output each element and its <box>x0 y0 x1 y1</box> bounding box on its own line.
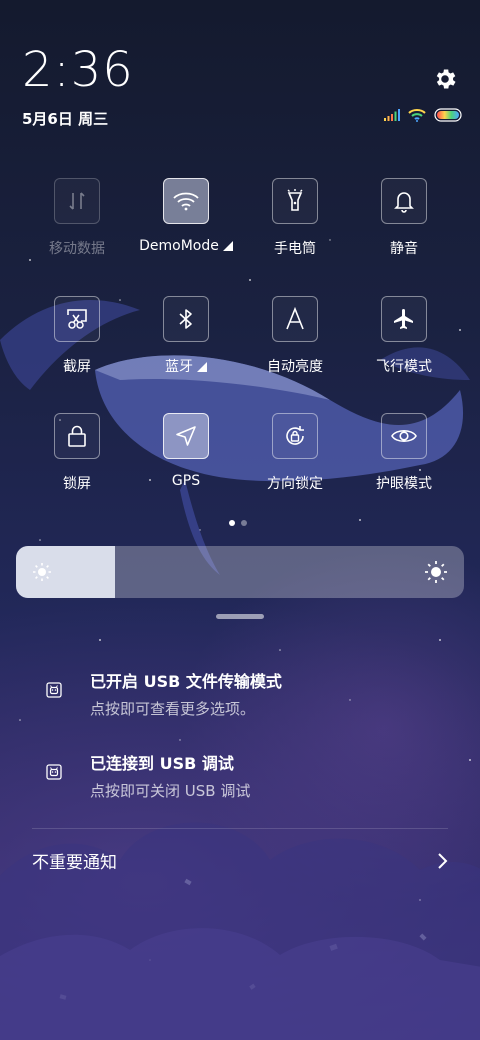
tile-rotation-lock[interactable]: 方向锁定 <box>240 413 350 493</box>
battery-icon <box>434 108 462 122</box>
wifi-icon <box>408 109 426 122</box>
tile-screenshot[interactable]: 截屏 <box>22 296 132 376</box>
tile-auto-brightness[interactable]: 自动亮度 <box>240 296 350 376</box>
flashlight-icon <box>287 189 303 211</box>
auto-brightness-icon <box>286 307 304 330</box>
divider <box>32 828 448 829</box>
page-dot <box>241 520 247 526</box>
tile-label: GPS <box>171 473 201 489</box>
location-arrow-icon <box>176 426 196 446</box>
tile-label: 移动数据 <box>49 241 105 257</box>
eye-icon <box>391 429 417 443</box>
tile-label: 方向锁定 <box>267 476 323 492</box>
mobile-data-icon <box>69 192 85 210</box>
tile-label: 手电筒 <box>274 241 316 257</box>
tile-label: DemoMode <box>139 238 219 254</box>
notification-subtitle: 点按即可查看更多选项。 <box>90 700 256 718</box>
tile-label: 锁屏 <box>63 476 91 492</box>
tile-label: 静音 <box>390 241 418 257</box>
tile-lock-screen[interactable]: 锁屏 <box>22 413 132 493</box>
drag-handle[interactable] <box>216 614 264 619</box>
page-dot <box>229 520 235 526</box>
airplane-icon <box>394 309 413 329</box>
unimportant-notifications-row[interactable]: 不重要通知 <box>32 848 448 873</box>
clock-time: 2:36 <box>22 42 134 98</box>
signal-icon <box>384 109 400 121</box>
tile-bluetooth[interactable]: 蓝牙 <box>131 296 241 376</box>
gear-icon[interactable] <box>432 66 458 92</box>
wifi-icon <box>173 192 199 211</box>
notification-subtitle: 点按即可关闭 USB 调试 <box>90 782 251 800</box>
rotation-lock-icon <box>286 426 304 445</box>
android-debug-icon <box>46 764 62 780</box>
brightness-high-icon <box>425 561 447 583</box>
tile-silent[interactable]: 静音 <box>349 178 459 258</box>
tile-label: 蓝牙 <box>165 359 193 375</box>
tile-eye-care[interactable]: 护眼模式 <box>349 413 459 493</box>
expand-arrow-icon[interactable] <box>197 362 207 372</box>
tile-label: 自动亮度 <box>267 359 323 375</box>
tile-flashlight[interactable]: 手电筒 <box>240 178 350 258</box>
tile-label: 截屏 <box>63 359 91 375</box>
bluetooth-icon <box>179 309 192 329</box>
tile-label: 护眼模式 <box>376 476 432 492</box>
notification-usb-debug[interactable]: 已连接到 USB 调试 点按即可关闭 USB 调试 <box>44 750 444 801</box>
tile-demomode-wifi[interactable]: DemoMode <box>131 178 241 254</box>
brightness-low-icon <box>33 563 51 581</box>
android-debug-icon <box>46 682 62 698</box>
unimportant-label: 不重要通知 <box>32 853 117 873</box>
date-label: 5月6日 周三 <box>22 110 109 128</box>
tile-mobile-data[interactable]: 移动数据 <box>22 178 132 258</box>
lock-icon <box>68 425 86 447</box>
tile-airplane-mode[interactable]: 飞行模式 <box>349 296 459 376</box>
bell-icon <box>394 192 414 213</box>
notification-title: 已开启 USB 文件传输模式 <box>90 672 282 691</box>
notification-title: 已连接到 USB 调试 <box>90 754 234 773</box>
page-indicator <box>229 520 247 526</box>
chevron-right-icon <box>438 852 448 869</box>
brightness-fill <box>16 546 115 598</box>
brightness-slider[interactable] <box>16 546 464 598</box>
expand-arrow-icon[interactable] <box>222 241 233 251</box>
tile-gps[interactable]: GPS <box>131 413 241 489</box>
screenshot-icon <box>67 309 87 329</box>
notification-usb-transfer[interactable]: 已开启 USB 文件传输模式 点按即可查看更多选项。 <box>44 668 444 719</box>
tile-label: 飞行模式 <box>376 359 432 375</box>
status-icons <box>384 108 462 122</box>
